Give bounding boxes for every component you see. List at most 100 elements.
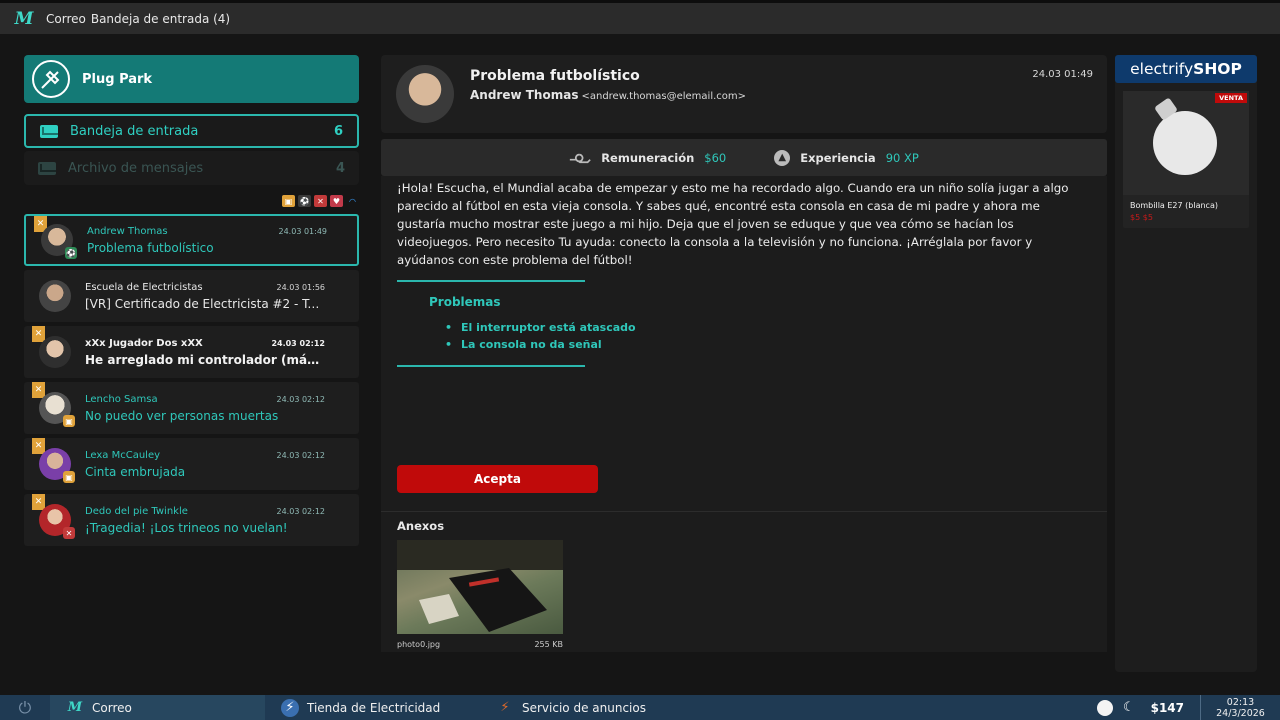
list-item[interactable]: ✕ ✕ Dedo del pie Twinkle 24.03 02:12 ¡Tr… [24, 494, 359, 546]
accept-button[interactable]: Acepta [397, 465, 598, 493]
list-item[interactable]: ✕ ▣ Lencho Samsa 24.03 02:12 No puedo ve… [24, 382, 359, 434]
mail-subject: Problema futbolístico [87, 240, 214, 255]
mail-sidebar: Plug Park Bandeja de entrada 6 Archivo d… [24, 55, 359, 546]
sled-filter-icon[interactable]: ✕ [314, 195, 327, 207]
mail-date: 24.03 01:56 [276, 282, 326, 292]
message-header: Problema futbolístico Andrew Thomas <andr… [381, 55, 1107, 133]
system-tray: ☾ $147 02:13 24/3/2026 [1096, 695, 1280, 720]
envelope-icon [38, 161, 56, 175]
title-bar: M Correo Bandeja de entrada (4) [0, 0, 1280, 34]
sale-badge: VENTA [1215, 93, 1247, 103]
reward-label: Remuneración [601, 150, 695, 165]
avatar: ▣ [39, 448, 75, 483]
mail-sender: Lexa McCauley [85, 449, 161, 461]
filter-icons: ▣ ⚽ ✕ ♥ ◠ [24, 195, 359, 209]
list-item[interactable]: ✕ ⚽ Andrew Thomas 24.03 01:49 Problema f… [24, 214, 359, 266]
brand-name: Plug Park [82, 71, 153, 87]
avatar: ✕ [39, 504, 75, 539]
message-text: ¡Hola! Escucha, el Mundial acaba de empe… [397, 181, 1069, 267]
product-price: $5 $5 [1130, 213, 1153, 222]
power-icon[interactable]: ⏻ [0, 698, 50, 718]
money-balance: $147 [1150, 700, 1184, 715]
attachment-name: photo0.jpg [397, 640, 441, 649]
folder-inbox[interactable]: Bandeja de entrada 6 [24, 114, 359, 148]
message-from: Andrew Thomas <andrew.thomas@elemail.com> [470, 88, 746, 102]
shop-brand-light: electrify [1130, 60, 1194, 78]
mail-date: 24.03 01:49 [278, 226, 328, 236]
xp-label: Experiencia [800, 150, 876, 165]
mail-subject: ¡Tragedia! ¡Los trineos no vuelan! [85, 520, 288, 535]
reward-bar: Remuneración $60 ▲ Experiencia 90 XP [381, 139, 1107, 176]
message-title: Problema futbolístico [470, 68, 640, 84]
divider [397, 365, 585, 367]
soccer-badge-icon: ⚽ [65, 247, 77, 259]
mail-app-logo-icon: M [14, 8, 34, 29]
divider [397, 280, 585, 282]
briefcase-filter-icon[interactable]: ▣ [282, 195, 295, 207]
shop-ad-panel: electrify SHOP VENTA Bombilla E27 (blanca… [1115, 55, 1257, 672]
sender-avatar [396, 65, 454, 123]
briefcase-badge-icon: ▣ [63, 415, 75, 427]
message-date: 24.03 01:49 [1032, 69, 1093, 80]
reward-value: $60 [704, 150, 727, 165]
mail-sender: Escuela de Electricistas [85, 281, 203, 293]
list-item[interactable]: ✕ xXx Jugador Dos xXX 24.03 02:12 He arr… [24, 326, 359, 378]
problems-title: Problemas [429, 295, 501, 309]
day-toggle-icon[interactable] [1096, 699, 1113, 716]
mail-date: 24.03 02:12 [276, 506, 326, 516]
folder-label: Bandeja de entrada [70, 123, 199, 139]
mail-date: 24.03 02:12 [276, 394, 326, 404]
briefcase-badge-icon: ▣ [63, 471, 75, 483]
xp-value: 90 XP [885, 150, 919, 165]
clock: 02:13 24/3/2026 [1200, 695, 1280, 720]
avatar [39, 280, 71, 312]
heart-filter-icon[interactable]: ♥ [330, 195, 343, 207]
sled-badge-icon: ✕ [63, 527, 75, 539]
soccer-filter-icon[interactable]: ⚽ [298, 195, 311, 207]
task-label: Servicio de anuncios [522, 700, 646, 715]
taskbar: ⏻ M Correo ⚡ Tienda de Electricidad ⚡ Se… [0, 695, 1280, 720]
problem-item: La consola no da señal [445, 336, 1091, 353]
mail-sender: Andrew Thomas [87, 225, 168, 237]
window-title: Correo Bandeja de entrada (4) [46, 12, 235, 26]
list-item[interactable]: ✕ ▣ Lexa McCauley 24.03 02:12 Cinta embr… [24, 438, 359, 490]
product-card[interactable]: VENTA Bombilla E27 (blanca) $5 $5 [1123, 91, 1249, 228]
plug-logo-icon [32, 60, 70, 98]
mail-date: 24.03 02:12 [271, 338, 325, 348]
envelope-icon [40, 124, 58, 138]
problems-list: El interruptor está atascado La consola … [445, 319, 1091, 353]
wifi-filter-icon[interactable]: ◠ [346, 195, 359, 207]
attachments-title: Anexos [397, 519, 445, 533]
task-label: Correo [92, 700, 132, 715]
mail-sender: Dedo del pie Twinkle [85, 505, 188, 517]
folder-archive[interactable]: Archivo de mensajes 4 [24, 151, 359, 185]
mail-sender: xXx Jugador Dos xXX [85, 337, 203, 349]
product-name: Bombilla E27 (blanca) [1130, 201, 1218, 210]
task-label: Tienda de Electricidad [307, 700, 441, 715]
mail-subject: [VR] Certificado de Electricista #2 - To… [85, 296, 325, 311]
mail-app-icon: M [67, 700, 83, 715]
sender-name: Andrew Thomas [470, 88, 579, 102]
folder-count: 6 [333, 123, 343, 139]
task-electric-shop[interactable]: ⚡ Tienda de Electricidad [265, 695, 480, 720]
app-name: Correo [46, 11, 86, 26]
clock-date: 24/3/2026 [1216, 707, 1265, 719]
folder-label: Archivo de mensajes [68, 160, 204, 176]
task-ads-service[interactable]: ⚡ Servicio de anuncios [480, 695, 695, 720]
list-item[interactable]: Escuela de Electricistas 24.03 01:56 [VR… [24, 270, 359, 322]
sender-email: <andrew.thomas@elemail.com> [581, 91, 747, 102]
moon-icon[interactable]: ☾ [1123, 700, 1135, 715]
mail-subject: He arreglado mi controlador (más o men..… [85, 352, 325, 367]
folder-title: Bandeja de entrada (4) [90, 11, 231, 26]
shop-logo[interactable]: electrify SHOP [1115, 55, 1257, 83]
experience-up-icon: ▲ [774, 149, 791, 166]
mail-date: 24.03 02:12 [276, 450, 326, 460]
payment-hand-icon [569, 150, 591, 166]
ads-app-icon: ⚡ [500, 700, 510, 715]
task-mail[interactable]: M Correo [50, 695, 265, 720]
shop-brand-bold: SHOP [1193, 60, 1242, 78]
avatar: ⚽ [41, 224, 77, 259]
attachment-thumbnail[interactable] [397, 540, 563, 634]
mail-subject: No puedo ver personas muertas [85, 408, 279, 423]
message-view: Problema futbolístico Andrew Thomas <andr… [381, 55, 1107, 652]
